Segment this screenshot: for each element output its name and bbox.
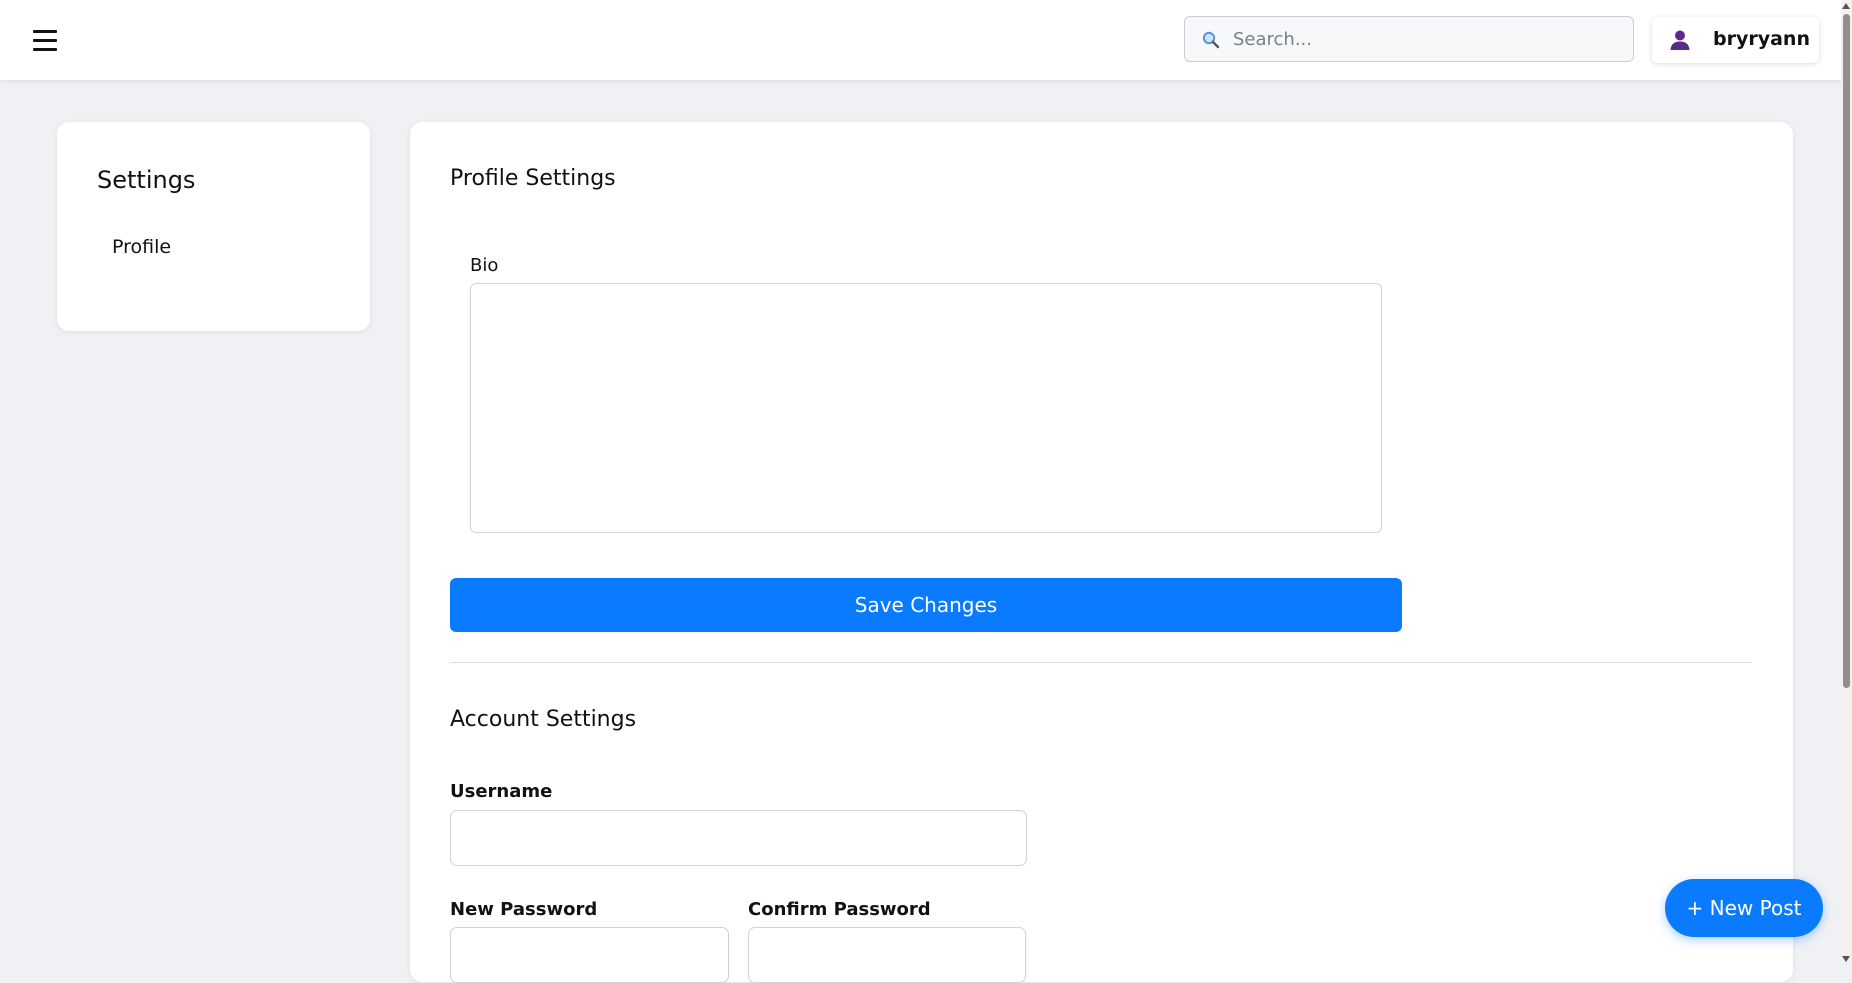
scroll-down-icon[interactable] bbox=[1842, 956, 1850, 962]
new-password-label: New Password bbox=[450, 899, 598, 920]
sidebar-item-profile[interactable]: Profile bbox=[112, 236, 171, 258]
username-label: bryryann bbox=[1713, 28, 1810, 50]
settings-content: Profile Settings Bio Save Changes Accoun… bbox=[410, 122, 1793, 983]
search-icon bbox=[1202, 31, 1220, 49]
search-box[interactable] bbox=[1184, 16, 1634, 62]
bio-textarea[interactable] bbox=[470, 283, 1382, 533]
section-divider bbox=[450, 662, 1752, 663]
hamburger-icon[interactable] bbox=[30, 26, 60, 56]
new-post-button[interactable]: + New Post bbox=[1665, 879, 1823, 937]
top-navbar: bryryann bbox=[0, 0, 1841, 81]
user-menu-button[interactable]: bryryann bbox=[1652, 17, 1819, 63]
scrollbar-thumb[interactable] bbox=[1843, 14, 1850, 688]
scroll-up-icon[interactable] bbox=[1842, 3, 1850, 9]
page-scrollbar[interactable] bbox=[1841, 0, 1852, 965]
new-password-input[interactable] bbox=[450, 927, 729, 983]
confirm-password-input[interactable] bbox=[748, 927, 1026, 983]
bio-label: Bio bbox=[470, 255, 499, 276]
user-icon bbox=[1670, 30, 1690, 50]
profile-settings-heading: Profile Settings bbox=[450, 166, 616, 191]
save-changes-button[interactable]: Save Changes bbox=[450, 578, 1402, 632]
confirm-password-label: Confirm Password bbox=[748, 899, 931, 920]
settings-sidebar: Settings Profile bbox=[57, 122, 370, 331]
search-input[interactable] bbox=[1231, 17, 1621, 61]
sidebar-title: Settings bbox=[97, 166, 196, 194]
account-settings-heading: Account Settings bbox=[450, 707, 637, 732]
username-field-label: Username bbox=[450, 781, 553, 802]
username-input[interactable] bbox=[450, 810, 1027, 866]
